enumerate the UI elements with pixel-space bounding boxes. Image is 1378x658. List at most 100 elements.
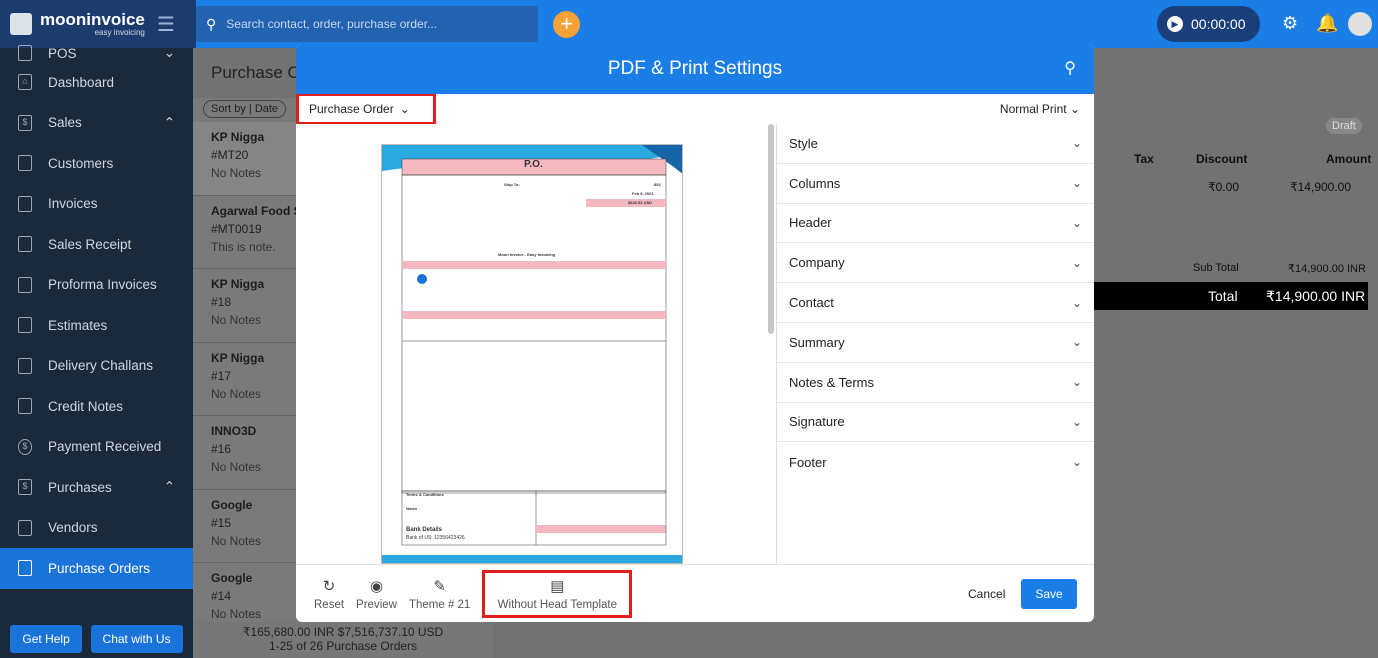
- sidebar-item-estimates[interactable]: Estimates: [0, 305, 193, 346]
- pdf-bank: Bank Details: [406, 527, 443, 533]
- total-bar: Total ₹14,900.00 INR: [1094, 282, 1368, 310]
- sidebar-item-dashboard[interactable]: ⌂ Dashboard: [0, 62, 193, 103]
- get-help-button[interactable]: Get Help: [10, 625, 82, 653]
- sidebar-item-label: Invoices: [48, 196, 98, 212]
- brand-logo[interactable]: mooninvoice easy invoicing ☰: [0, 0, 196, 48]
- add-button[interactable]: +: [553, 11, 580, 38]
- section-company[interactable]: Company ⌄: [777, 243, 1094, 284]
- sidebar-item-proforma-invoices[interactable]: Proforma Invoices: [0, 265, 193, 306]
- pdf-ship-to: Ship To:: [504, 182, 520, 187]
- sidebar-item-label: POS: [48, 45, 77, 61]
- sidebar-item-label: Sales: [48, 115, 82, 131]
- section-contact[interactable]: Contact ⌄: [777, 283, 1094, 323]
- sidebar-item-delivery-challans[interactable]: Delivery Challans: [0, 346, 193, 387]
- column-tax: Tax: [1134, 152, 1154, 166]
- sort-dropdown[interactable]: Sort by | Date: [203, 100, 287, 118]
- section-header[interactable]: Header ⌄: [777, 204, 1094, 244]
- print-mode-dropdown[interactable]: Normal Print ⌄: [1000, 102, 1080, 116]
- preview-button[interactable]: ◉ Preview: [356, 577, 397, 611]
- preview-scrollbar[interactable]: [768, 124, 774, 334]
- list-total-amount: ₹165,680.00 INR $7,516,737.10 USD: [242, 625, 444, 639]
- pdf-total: $640.53 USD: [628, 200, 653, 205]
- section-notes-terms[interactable]: Notes & Terms ⌄: [777, 363, 1094, 403]
- sidebar-item-label: Delivery Challans: [48, 358, 154, 374]
- theme-button[interactable]: ✎ Theme # 21: [409, 577, 470, 611]
- chevron-down-icon: ⌄: [1071, 255, 1082, 270]
- section-summary[interactable]: Summary ⌄: [777, 323, 1094, 363]
- section-footer[interactable]: Footer ⌄: [777, 442, 1094, 482]
- amount-value: ₹14,900.00: [1290, 180, 1352, 194]
- sidebar-item-sales-receipt[interactable]: Sales Receipt: [0, 224, 193, 265]
- sidebar-footer: Get Help Chat with Us: [0, 620, 193, 658]
- save-button[interactable]: Save: [1021, 579, 1077, 609]
- section-label: Signature: [789, 414, 845, 430]
- sidebar-item-label: Purchase Orders: [48, 560, 151, 576]
- list-footer: ₹165,680.00 INR $7,516,737.10 USD 1-25 o…: [193, 622, 493, 658]
- sidebar-item-payment-received[interactable]: $ Payment Received: [0, 427, 193, 468]
- sidebar-item-purchase-orders[interactable]: Purchase Orders: [0, 548, 193, 589]
- credit-note-icon: [18, 398, 32, 415]
- status-badge: Draft: [1326, 118, 1362, 134]
- logo-icon: [10, 13, 32, 35]
- menu-icon[interactable]: ☰: [157, 12, 175, 37]
- search-input[interactable]: ⚲ Search contact, order, purchase order.…: [196, 6, 538, 42]
- sidebar-item-vendors[interactable]: Vendors: [0, 508, 193, 549]
- pdf-print-settings-dialog: PDF & Print Settings ⚲ Purchase Order ⌄ …: [296, 44, 1094, 622]
- pdf-bank-value: Bank of US: 12356423426: [406, 535, 465, 541]
- gear-icon[interactable]: ⚙: [1282, 13, 1298, 34]
- sidebar-item-credit-notes[interactable]: Credit Notes: [0, 386, 193, 427]
- avatar[interactable]: [1348, 12, 1372, 36]
- bell-icon[interactable]: 🔔: [1316, 13, 1338, 34]
- chevron-down-icon: ⌄: [1071, 295, 1082, 310]
- settings-sections: Style ⌄ Columns ⌄ Header ⌄ Company ⌄ Contact…: [776, 124, 1094, 564]
- template-label: Without Head Template: [497, 598, 617, 611]
- sidebar-item-label: Vendors: [48, 520, 98, 536]
- sidebar: POS ⌄ ⌂ Dashboard $ Sales ⌃ Customers Invoic…: [0, 45, 193, 658]
- chevron-down-icon: ⌄: [399, 102, 410, 116]
- sidebar-item-label: Credit Notes: [48, 398, 124, 414]
- chevron-up-icon: ⌃: [163, 114, 175, 130]
- section-label: Contact: [789, 295, 834, 311]
- sidebar-item-sales[interactable]: $ Sales ⌃: [0, 103, 193, 144]
- pdf-terms: Terms & Conditions: [406, 492, 444, 497]
- section-style[interactable]: Style ⌄: [777, 124, 1094, 164]
- search-placeholder: Search contact, order, purchase order...: [226, 17, 438, 31]
- template-button[interactable]: ▤ Without Head Template: [482, 569, 633, 618]
- pdf-company: Moon Invoice - Easy Invoicing: [498, 252, 556, 257]
- sidebar-item-pos[interactable]: POS ⌄: [0, 44, 193, 62]
- section-signature[interactable]: Signature ⌄: [777, 403, 1094, 443]
- list-count: 1-25 of 26 Purchase Orders: [268, 639, 418, 653]
- preview-label: Preview: [356, 598, 397, 611]
- delivery-icon: [18, 357, 32, 374]
- sidebar-item-label: Proforma Invoices: [48, 277, 157, 293]
- chat-button[interactable]: Chat with Us: [90, 625, 183, 653]
- reset-button[interactable]: ↻ Reset: [314, 577, 344, 611]
- search-icon[interactable]: ⚲: [1064, 44, 1076, 94]
- sidebar-item-label: Sales Receipt: [48, 236, 132, 252]
- chevron-down-icon: ⌄: [1069, 102, 1080, 116]
- sidebar-item-label: Estimates: [48, 317, 108, 333]
- contacts-icon: [18, 155, 32, 172]
- dialog-title: PDF & Print Settings: [607, 58, 783, 79]
- chevron-down-icon: ⌄: [1071, 136, 1082, 151]
- cancel-button[interactable]: Cancel: [968, 587, 1005, 601]
- search-icon: ⚲: [206, 15, 217, 32]
- sidebar-item-invoices[interactable]: Invoices: [0, 184, 193, 225]
- timer-button[interactable]: ▶ 00:00:00: [1157, 6, 1260, 42]
- sidebar-item-label: Customers: [48, 155, 114, 171]
- dialog-footer: ↻ Reset ◉ Preview ✎ Theme # 21 ▤ Without Hea…: [296, 564, 1094, 622]
- chevron-down-icon: ⌄: [1071, 414, 1082, 429]
- theme-label: Theme # 21: [408, 598, 471, 611]
- purchase-icon: $: [18, 479, 32, 496]
- refresh-icon: ↻: [322, 577, 336, 595]
- payment-icon: $: [18, 438, 32, 455]
- pdf-notes: Notes: [406, 506, 418, 511]
- sidebar-item-customers[interactable]: Customers: [0, 143, 193, 184]
- document-type-value: Purchase Order: [309, 102, 394, 116]
- section-columns[interactable]: Columns ⌄: [777, 164, 1094, 204]
- document-type-dropdown[interactable]: Purchase Order ⌄: [296, 93, 436, 125]
- dialog-header: PDF & Print Settings ⚲: [296, 44, 1094, 94]
- sidebar-item-purchases[interactable]: $ Purchases ⌃: [0, 467, 193, 508]
- section-label: Header: [789, 215, 832, 231]
- chevron-down-icon: ⌄: [1071, 215, 1082, 230]
